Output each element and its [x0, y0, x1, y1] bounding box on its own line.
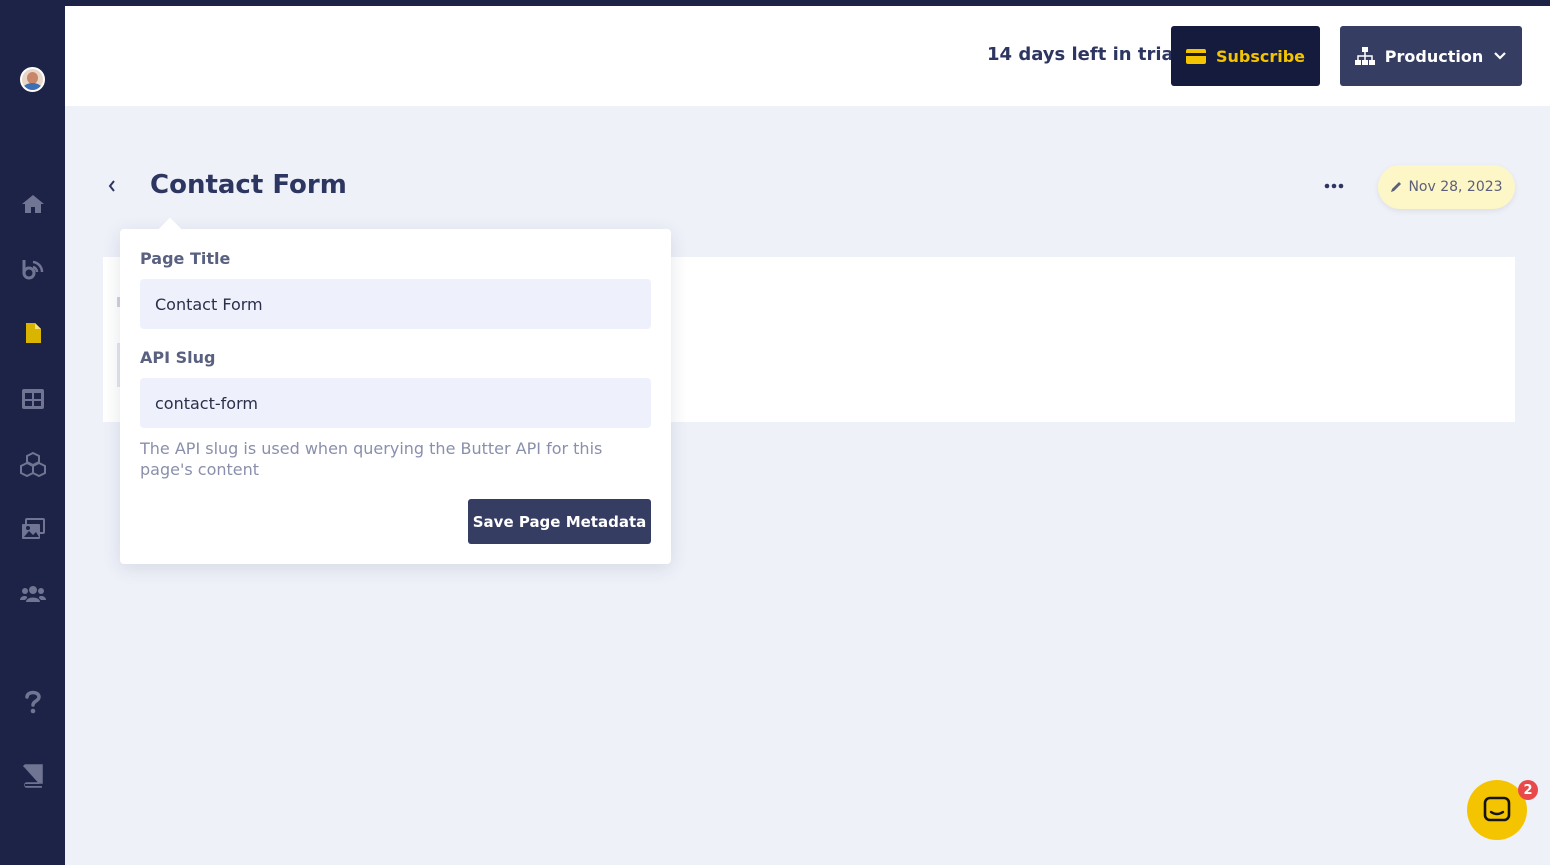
page-date: Nov 28, 2023	[1408, 179, 1503, 195]
page-title-input[interactable]	[140, 279, 651, 329]
page-metadata-popover: Page Title API Slug The API slug is used…	[120, 217, 671, 564]
chat-icon	[1483, 796, 1511, 822]
chevron-left-icon	[108, 180, 115, 192]
api-slug-help-text: The API slug is used when querying the B…	[140, 439, 603, 479]
edit-date-pill[interactable]: Nov 28, 2023	[1378, 165, 1515, 209]
page-title-label: Page Title	[140, 249, 231, 268]
chevron-down-icon	[1494, 52, 1506, 60]
home-icon[interactable]	[18, 191, 47, 217]
environment-dropdown[interactable]: Production	[1340, 26, 1522, 86]
pencil-icon	[1391, 182, 1402, 192]
api-slug-input[interactable]	[140, 378, 651, 428]
save-page-metadata-button[interactable]: Save Page Metadata	[468, 499, 651, 544]
back-button[interactable]	[104, 176, 120, 196]
api-slug-label: API Slug	[140, 348, 216, 367]
environment-label: Production	[1384, 46, 1484, 66]
top-bar: 14 days left in trial Subscribe Producti…	[65, 6, 1550, 106]
media-icon[interactable]	[18, 516, 47, 542]
page-icon[interactable]	[18, 320, 47, 346]
credit-card-icon	[1185, 48, 1206, 64]
sitemap-icon	[1354, 47, 1375, 65]
subscribe-label: Subscribe	[1215, 46, 1306, 66]
table-icon[interactable]	[18, 386, 47, 412]
question-icon[interactable]	[18, 689, 47, 715]
page-title: Contact Form	[150, 170, 347, 200]
trial-status: 14 days left in trial	[987, 44, 1180, 65]
cubes-icon[interactable]	[18, 451, 47, 477]
chat-notification-badge: 2	[1518, 780, 1538, 800]
more-options-button[interactable]	[1320, 176, 1348, 196]
sidebar	[0, 0, 65, 865]
subscribe-button[interactable]: Subscribe	[1171, 26, 1320, 86]
avatar[interactable]	[20, 67, 45, 92]
book-icon[interactable]	[18, 763, 47, 789]
ellipsis-icon	[1324, 183, 1344, 189]
blog-icon[interactable]	[18, 256, 47, 282]
users-icon[interactable]	[18, 581, 47, 607]
